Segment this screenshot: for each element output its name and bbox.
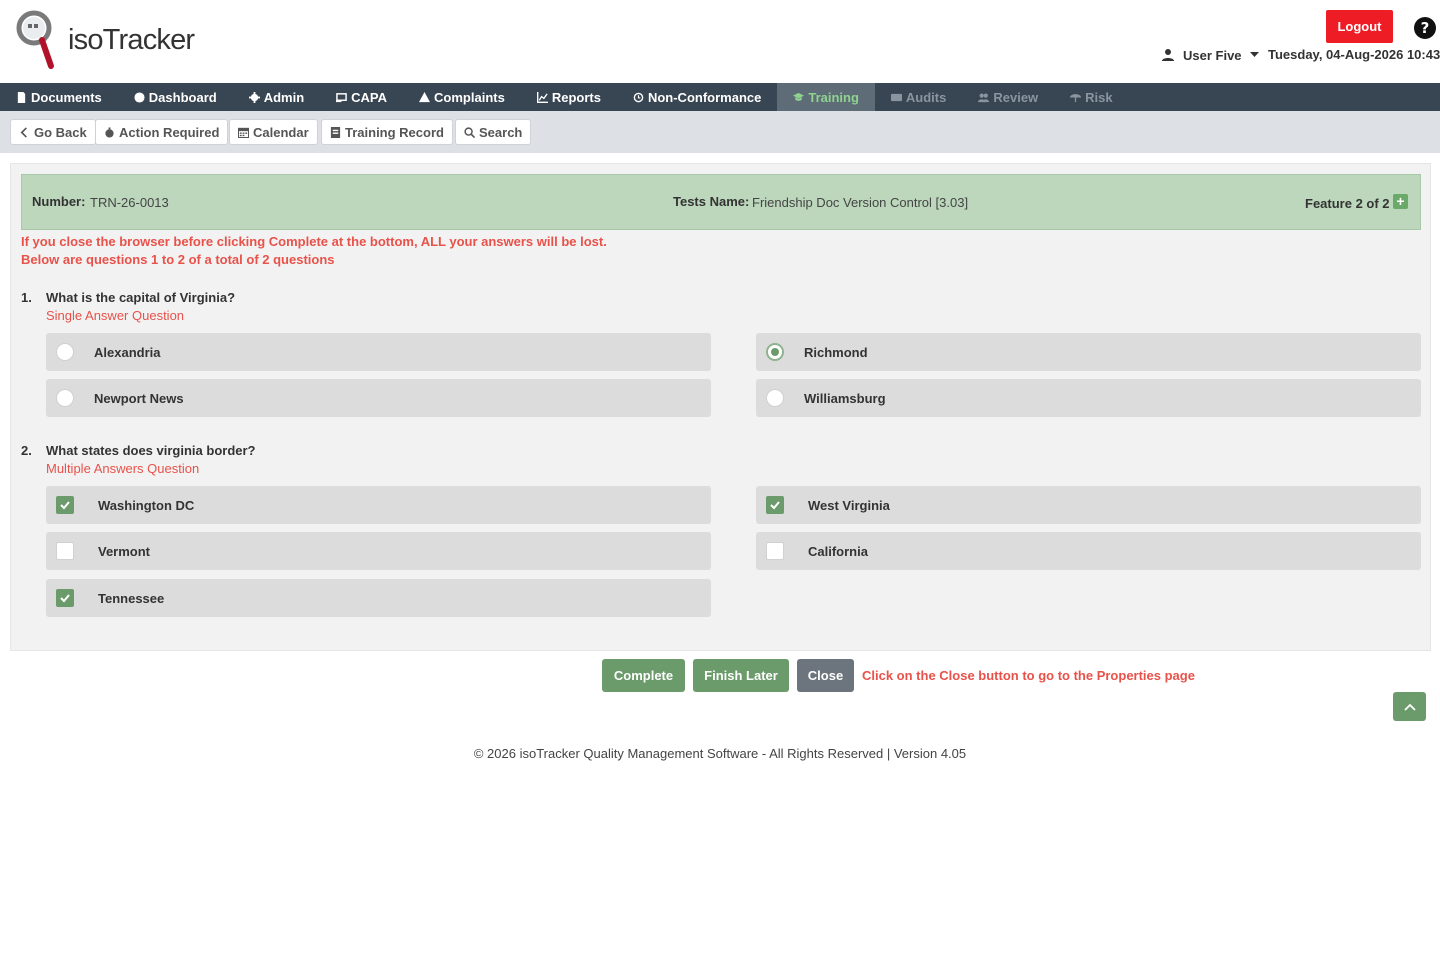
- nav-dashboard[interactable]: Dashboard: [118, 83, 233, 111]
- checkbox[interactable]: [766, 542, 784, 560]
- user-icon: [1162, 49, 1174, 61]
- q2-option-west-virginia[interactable]: West Virginia: [756, 486, 1421, 524]
- question-1-type: Single Answer Question: [46, 308, 185, 323]
- go-back-button[interactable]: Go Back: [10, 119, 96, 145]
- q1-option-richmond[interactable]: Richmond: [756, 333, 1421, 371]
- users-icon: [978, 93, 990, 102]
- help-icon[interactable]: ?: [1413, 16, 1437, 40]
- logout-button[interactable]: Logout: [1326, 10, 1393, 43]
- gear-icon: [248, 91, 260, 103]
- q1-option-williamsburg[interactable]: Williamsburg: [756, 379, 1421, 417]
- history-icon: [633, 92, 644, 102]
- radio-button[interactable]: [56, 389, 74, 407]
- q1-option-newport-news[interactable]: Newport News: [46, 379, 711, 417]
- checkbox-checked[interactable]: [766, 496, 784, 514]
- checkmark-icon: [60, 594, 70, 603]
- warning-icon: [419, 91, 431, 102]
- sub-toolbar: Go Back Action Required Calendar Trainin…: [0, 111, 1440, 153]
- radio-button-selected[interactable]: [766, 343, 784, 361]
- question-1-number: 1.: [21, 290, 32, 305]
- checkbox-checked[interactable]: [56, 496, 74, 514]
- question-2-type: Multiple Answers Question: [46, 461, 200, 476]
- finish-later-button[interactable]: Finish Later: [693, 659, 789, 692]
- nav-documents[interactable]: Documents: [0, 83, 118, 111]
- checkbox-checked[interactable]: [56, 589, 74, 607]
- logo-text: isoTracker: [68, 24, 195, 56]
- search-button[interactable]: Search: [455, 119, 532, 145]
- q2-option-vermont[interactable]: Vermont: [46, 532, 711, 570]
- plus-icon[interactable]: +: [1393, 194, 1408, 209]
- feature-count: Feature 2 of 2: [1305, 196, 1390, 211]
- q2-option-california[interactable]: California: [756, 532, 1421, 570]
- chart-icon: [536, 91, 548, 103]
- user-name: User Five: [1183, 47, 1242, 63]
- isotracker-logo[interactable]: isoTracker: [14, 6, 195, 72]
- test-name-label: Tests Name:: [673, 194, 750, 209]
- radio-button[interactable]: [766, 389, 784, 407]
- svg-text:?: ?: [1421, 19, 1430, 37]
- nav-audits[interactable]: Audits: [875, 83, 962, 111]
- graduation-cap-icon: [793, 92, 805, 101]
- dashboard-icon: [134, 91, 145, 103]
- test-info-bar: Number: TRN-26-0013 Tests Name: Friendsh…: [21, 174, 1421, 230]
- nav-review[interactable]: Review: [962, 83, 1054, 111]
- test-panel: Number: TRN-26-0013 Tests Name: Friendsh…: [10, 163, 1431, 651]
- chevron-left-icon: [20, 126, 27, 138]
- close-button-hint: Click on the Close button to go to the P…: [862, 668, 1195, 683]
- nav-training[interactable]: Training: [777, 83, 875, 111]
- nav-reports[interactable]: Reports: [521, 83, 617, 111]
- scroll-to-top-button[interactable]: [1393, 692, 1426, 721]
- number-label: Number:: [32, 194, 86, 209]
- question-1-title: What is the capital of Virginia?: [46, 290, 236, 305]
- complete-button[interactable]: Complete: [602, 659, 685, 692]
- nav-risk[interactable]: Risk: [1054, 83, 1128, 111]
- footer-copyright: © 2026 isoTracker Quality Management Sof…: [473, 746, 967, 761]
- question-range-note: Below are questions 1 to 2 of a total of…: [21, 252, 335, 267]
- user-menu[interactable]: User Five: [1161, 46, 1259, 64]
- stopwatch-icon: [105, 126, 114, 138]
- capa-icon: [336, 92, 347, 102]
- chevron-up-icon: [1403, 703, 1416, 711]
- checkbox[interactable]: [56, 542, 74, 560]
- caret-down-icon: [1249, 52, 1259, 57]
- record-book-icon: [330, 126, 341, 138]
- nav-non-conformance[interactable]: Non-Conformance: [617, 83, 777, 111]
- question-2-number: 2.: [21, 443, 32, 458]
- q2-option-washington-dc[interactable]: Washington DC: [46, 486, 711, 524]
- id-card-icon: [890, 93, 902, 101]
- question-2-title: What states does virginia border?: [46, 443, 256, 458]
- search-icon: [464, 126, 475, 138]
- q1-option-alexandria[interactable]: Alexandria: [46, 333, 711, 371]
- nav-admin[interactable]: Admin: [233, 83, 320, 111]
- radio-button[interactable]: [56, 343, 74, 361]
- checkmark-icon: [60, 501, 70, 510]
- umbrella-icon: [1070, 93, 1082, 102]
- magnifier-logo-icon: [16, 10, 54, 69]
- calendar-button[interactable]: Calendar: [229, 119, 318, 145]
- test-name-value: Friendship Doc Version Control [3.03]: [752, 195, 969, 210]
- current-datetime: Tuesday, 04-Aug-2026 10:43: [1268, 47, 1440, 62]
- nav-complaints[interactable]: Complaints: [403, 83, 521, 111]
- q2-option-tennessee[interactable]: Tennessee: [46, 579, 711, 617]
- browser-close-warning: If you close the browser before clicking…: [21, 234, 607, 249]
- number-value: TRN-26-0013: [90, 195, 169, 210]
- training-record-button[interactable]: Training Record: [321, 119, 453, 145]
- document-icon: [17, 91, 26, 103]
- checkmark-icon: [770, 501, 780, 510]
- nav-capa[interactable]: CAPA: [320, 83, 403, 111]
- close-button[interactable]: Close: [797, 659, 854, 692]
- main-nav: Documents Dashboard Admin CAPA Complaint…: [0, 83, 1440, 111]
- action-required-button[interactable]: Action Required: [95, 119, 229, 145]
- calendar-icon: [238, 127, 249, 138]
- header: isoTracker Logout ? User Five Tuesday, 0…: [0, 0, 1440, 83]
